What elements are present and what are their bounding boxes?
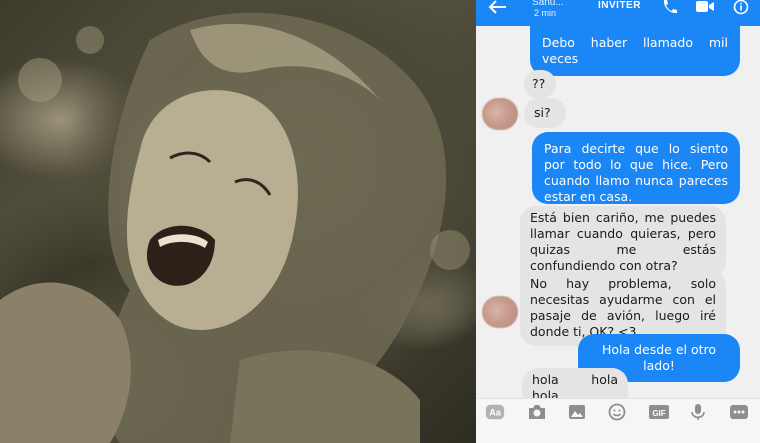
microphone-icon[interactable] xyxy=(688,403,708,421)
more-icon[interactable] xyxy=(729,403,749,421)
gif-icon[interactable]: GIF xyxy=(648,403,670,421)
composer-toolbar: Aa GIF xyxy=(476,398,760,443)
message-outgoing[interactable]: Debo haber llamado mil veces xyxy=(530,26,740,76)
contact-name[interactable]: Sanu... xyxy=(532,0,564,8)
message-incoming[interactable]: ?? xyxy=(524,70,556,98)
contact-status: 2 min xyxy=(534,8,557,18)
emoji-icon[interactable] xyxy=(607,403,627,421)
svg-text:Aa: Aa xyxy=(489,408,502,418)
video-call-icon[interactable] xyxy=(695,0,715,15)
chat-header: Sanu... 2 min INVITER xyxy=(476,0,760,26)
camera-icon[interactable] xyxy=(527,403,547,421)
invite-button[interactable]: INVITER xyxy=(598,0,641,11)
photo-illustration xyxy=(0,12,470,443)
text-style-icon[interactable]: Aa xyxy=(485,403,505,421)
photo-panel xyxy=(0,0,476,443)
back-arrow-icon[interactable] xyxy=(488,0,508,14)
info-icon[interactable] xyxy=(733,0,749,15)
message-incoming[interactable]: Está bien cariño, me puedes llamar cuand… xyxy=(520,206,726,278)
chat-panel: Sanu... 2 min INVITER Debo haber llamado… xyxy=(476,0,760,443)
message-outgoing[interactable]: Para decirte que lo siento por todo lo q… xyxy=(532,132,740,204)
svg-text:GIF: GIF xyxy=(652,409,665,418)
contact-avatar[interactable] xyxy=(482,296,518,328)
contact-avatar[interactable] xyxy=(482,98,518,130)
phone-icon[interactable] xyxy=(660,0,678,15)
message-incoming[interactable]: si? xyxy=(524,98,566,128)
gallery-icon[interactable] xyxy=(567,403,587,421)
